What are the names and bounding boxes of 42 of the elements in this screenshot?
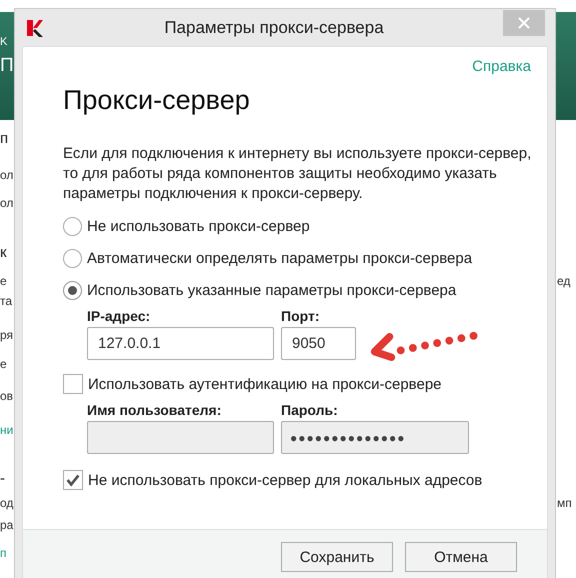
radio-button[interactable] bbox=[63, 280, 82, 300]
logo-icon bbox=[25, 18, 45, 38]
background-text: K bbox=[0, 36, 8, 50]
page-heading: Прокси-сервер bbox=[63, 85, 251, 116]
background-text: ни bbox=[0, 423, 14, 438]
field-label: Пароль: bbox=[281, 402, 339, 418]
field-label: IP-адрес: bbox=[87, 308, 152, 324]
background-text: е bbox=[0, 274, 7, 288]
ip-address-field[interactable]: 127.0.0.1 bbox=[87, 327, 274, 360]
radio-button[interactable] bbox=[63, 248, 82, 268]
background-text: мп bbox=[557, 496, 572, 510]
window-title: Параметры прокси-сервера bbox=[163, 18, 385, 38]
radio-label: Не использовать прокси-сервер bbox=[87, 218, 310, 234]
radio-label: Использовать указанные параметры прокси-сервера bbox=[87, 282, 456, 298]
background-text: ря bbox=[0, 328, 14, 342]
description-text: Если для подключения к интернету вы используете прокси-сервер, то для работы ряда компонентов защиты необходимо указать параметры подключения к прокси-серверу. bbox=[63, 144, 532, 204]
background-text: ол bbox=[0, 168, 14, 182]
background-text: П bbox=[0, 55, 14, 78]
checkbox-label: Не использовать прокси-сервер для локальных адресов bbox=[88, 472, 482, 488]
background-text: ол bbox=[0, 196, 14, 210]
port-field[interactable]: 9050 bbox=[281, 327, 356, 360]
checkbox[interactable] bbox=[63, 374, 83, 394]
background-text: ов bbox=[0, 389, 14, 404]
background-text: од bbox=[0, 496, 14, 510]
background-text: ед bbox=[557, 274, 570, 288]
close-icon bbox=[518, 17, 530, 29]
background-text: - bbox=[0, 470, 5, 488]
close-button[interactable] bbox=[503, 10, 545, 36]
checkbox-label: Использовать аутентификацию на прокси-сервере bbox=[88, 376, 442, 392]
background-text: к bbox=[0, 244, 7, 262]
field-label: Порт: bbox=[281, 308, 320, 324]
background-text: е bbox=[0, 357, 7, 372]
dialog-button[interactable]: Отмена bbox=[405, 542, 517, 572]
background-text: та bbox=[0, 294, 12, 308]
radio-label: Автоматически определять параметры прокси-сервера bbox=[87, 250, 472, 266]
background-text: п bbox=[0, 130, 8, 148]
checkbox[interactable] bbox=[63, 470, 83, 490]
radio-button[interactable] bbox=[63, 216, 82, 236]
dialog-button[interactable]: Сохранить bbox=[281, 542, 393, 572]
field-label: Имя пользователя: bbox=[87, 402, 222, 418]
background-text: п bbox=[0, 546, 6, 560]
background-text: ра bbox=[0, 518, 14, 532]
